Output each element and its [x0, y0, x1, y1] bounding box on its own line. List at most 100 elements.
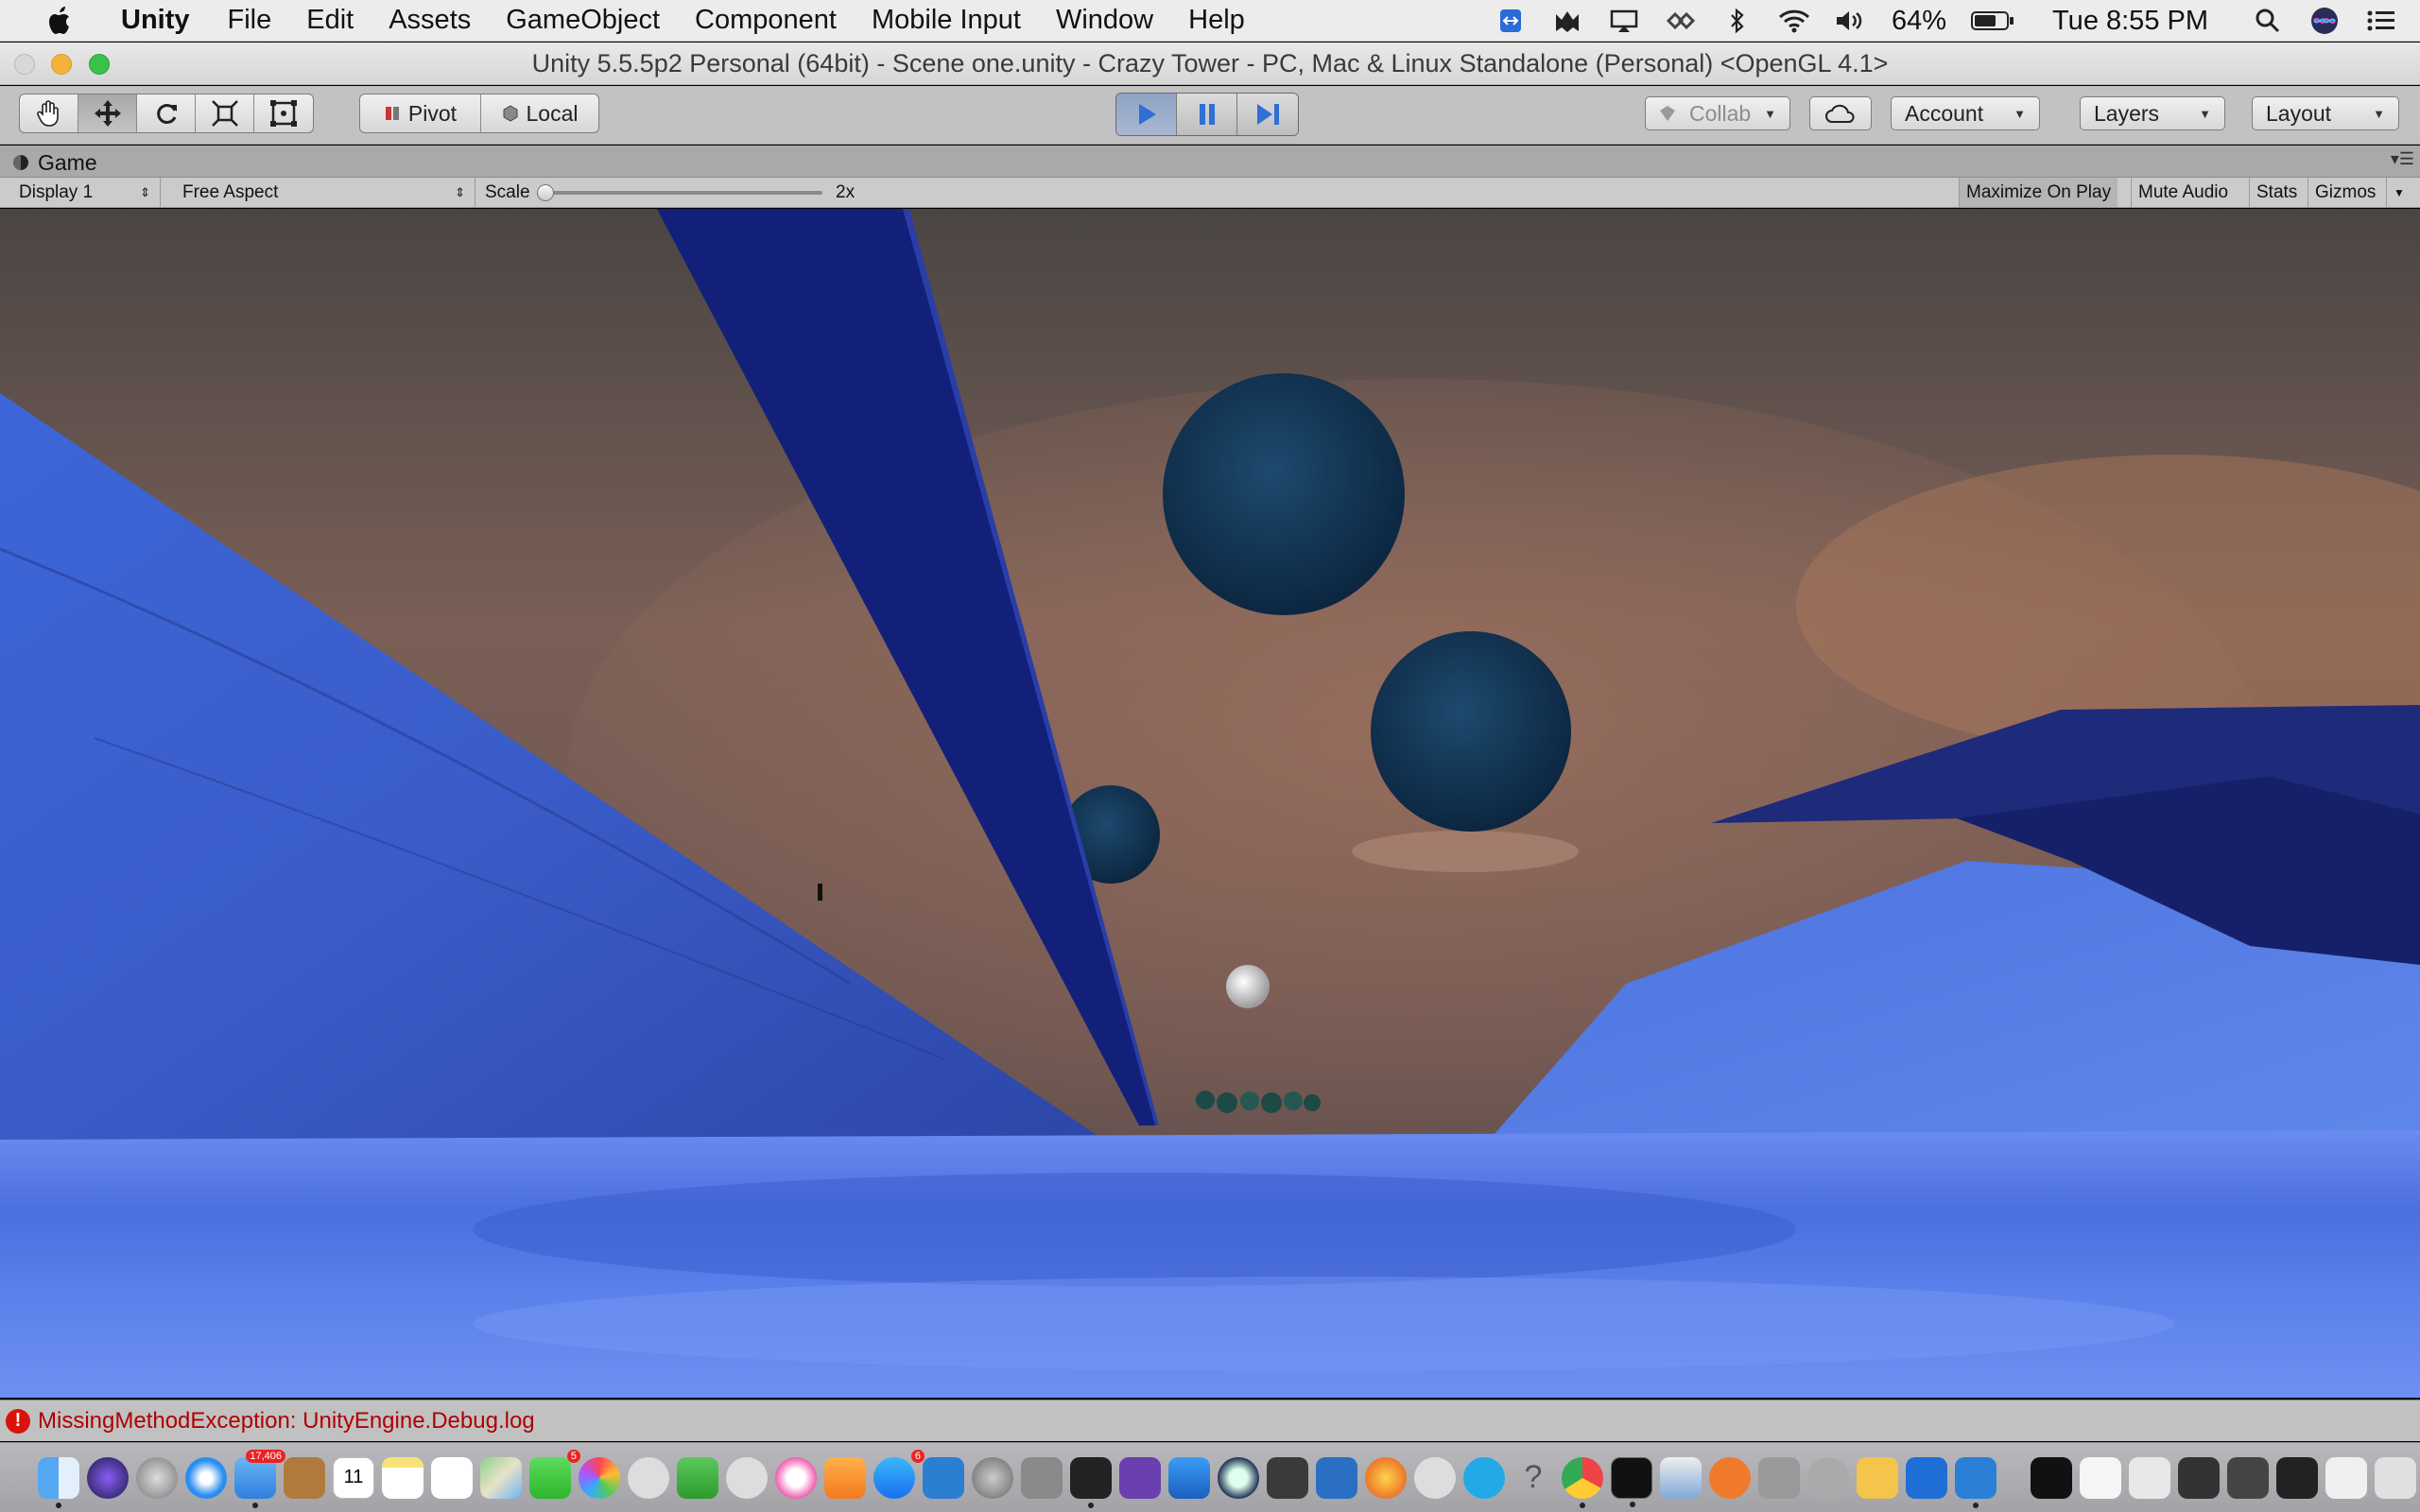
game-viewport[interactable] [0, 209, 2420, 1398]
close-window-button[interactable] [14, 54, 35, 75]
menu-edit[interactable]: Edit [306, 5, 354, 36]
menu-gameobject[interactable]: GameObject [506, 5, 660, 36]
preview-icon[interactable] [1660, 1456, 1702, 1499]
maps-icon[interactable] [480, 1456, 522, 1499]
minimized-window-thumbnail[interactable] [2375, 1456, 2416, 1499]
safari-icon[interactable] [185, 1456, 227, 1499]
menu-window[interactable]: Window [1056, 5, 1153, 36]
collab-dropdown[interactable]: Collab ▼ [1645, 96, 1790, 130]
scale-tool-button[interactable] [196, 94, 254, 132]
menu-file[interactable]: File [228, 5, 272, 36]
rotate-tool-button[interactable] [137, 94, 196, 132]
minimized-window-thumbnail[interactable] [2325, 1456, 2367, 1499]
apple-menu-icon[interactable] [38, 6, 83, 36]
account-dropdown[interactable]: Account ▼ [1891, 96, 2040, 130]
teamviewer-menu-icon[interactable] [1495, 5, 1527, 37]
screenshot-icon[interactable] [1807, 1456, 1849, 1499]
app-store-icon[interactable]: 6 [873, 1449, 925, 1499]
minimized-window-thumbnail[interactable] [2227, 1456, 2269, 1499]
keychain-icon[interactable] [1758, 1456, 1800, 1499]
gizmos-dropdown-arrow[interactable]: ▼ [2386, 178, 2407, 207]
mail-icon[interactable]: 17,406 [234, 1449, 285, 1508]
skype-icon[interactable] [1463, 1456, 1505, 1499]
collab-sync-icon[interactable] [1665, 5, 1697, 37]
unity-icon[interactable] [1070, 1456, 1112, 1508]
play-button[interactable] [1116, 94, 1177, 135]
sublime-icon[interactable] [1267, 1456, 1308, 1499]
maximize-on-play-toggle[interactable]: Maximize On Play [1959, 178, 2118, 207]
aspect-dropdown[interactable]: Free Aspect ⇕ [173, 178, 475, 207]
itunes-icon[interactable] [775, 1456, 817, 1499]
local-button[interactable]: Local [481, 94, 598, 132]
menu-help[interactable]: Help [1188, 5, 1245, 36]
minimize-window-button[interactable] [51, 54, 72, 75]
siri-menu-icon[interactable] [2308, 5, 2341, 37]
pivot-button[interactable]: Pivot [360, 94, 481, 132]
wing-app-icon[interactable] [923, 1456, 964, 1499]
messages-icon[interactable]: 5 [529, 1449, 580, 1499]
spotlight-search-icon[interactable] [2252, 5, 2284, 37]
battery-icon[interactable] [1971, 5, 2014, 37]
minimized-window-thumbnail[interactable] [2276, 1456, 2318, 1499]
xcode-icon[interactable] [1168, 1456, 1210, 1499]
gizmos-toggle[interactable]: Gizmos [2308, 178, 2382, 207]
reminders-icon[interactable] [431, 1456, 473, 1499]
teamviewer-icon[interactable] [1906, 1456, 1947, 1499]
tab-context-menu-icon[interactable]: ▾☰ [2391, 149, 2414, 169]
launchpad-icon[interactable] [136, 1456, 178, 1499]
ibooks-icon[interactable] [824, 1456, 866, 1499]
zoom-window-button[interactable] [89, 54, 110, 75]
scale-slider-track[interactable] [544, 191, 822, 195]
volume-icon[interactable] [1835, 5, 1867, 37]
notes-icon[interactable] [382, 1456, 424, 1499]
visual-studio-icon[interactable] [1119, 1456, 1161, 1499]
layout-dropdown[interactable]: Layout ▼ [2252, 96, 2399, 130]
airplay-display-icon[interactable] [1608, 5, 1640, 37]
minimized-window-thumbnail[interactable] [2031, 1456, 2072, 1499]
menu-assets[interactable]: Assets [389, 5, 471, 36]
mute-audio-toggle[interactable]: Mute Audio [2131, 178, 2235, 207]
blocked-app-icon[interactable] [628, 1456, 669, 1499]
minimized-window-thumbnail[interactable] [2080, 1456, 2121, 1499]
menu-mobile-input[interactable]: Mobile Input [872, 5, 1021, 36]
bluetooth-icon[interactable] [1721, 5, 1754, 37]
menu-component[interactable]: Component [695, 5, 837, 36]
calendar-icon[interactable]: 11 [333, 1456, 374, 1499]
instruments-icon[interactable] [1709, 1456, 1751, 1499]
wifi-icon[interactable] [1778, 5, 1810, 37]
quicktime-icon[interactable] [1218, 1456, 1259, 1499]
step-button[interactable] [1237, 94, 1298, 135]
move-tool-button[interactable] [78, 94, 137, 132]
blocked-app-icon[interactable] [1414, 1456, 1456, 1499]
layers-dropdown[interactable]: Layers ▼ [2080, 96, 2225, 130]
notification-center-icon[interactable] [2365, 5, 2397, 37]
cloud-services-button[interactable] [1809, 96, 1872, 130]
vscode-icon[interactable] [1955, 1456, 1996, 1508]
html5-icon[interactable] [1316, 1456, 1357, 1499]
terminal-icon[interactable] [1611, 1456, 1652, 1507]
help-icon[interactable]: ? [1512, 1457, 1554, 1499]
hand-tool-button[interactable] [20, 94, 78, 132]
scale-slider-handle[interactable] [537, 184, 554, 201]
minimized-window-thumbnail[interactable] [2178, 1456, 2220, 1499]
display-dropdown[interactable]: Display 1 ⇕ [9, 178, 161, 207]
photos-icon[interactable] [579, 1456, 620, 1499]
chrome-icon[interactable] [1562, 1456, 1603, 1508]
menubar-clock[interactable]: Tue 8:55 PM [2052, 6, 2208, 37]
minimized-window-thumbnail[interactable] [2129, 1456, 2170, 1499]
finder-icon[interactable] [38, 1456, 79, 1508]
numbers-icon[interactable] [677, 1456, 718, 1499]
archive-utility-icon[interactable] [1021, 1456, 1063, 1499]
pause-button[interactable] [1177, 94, 1237, 135]
tab-game[interactable]: Game [11, 147, 97, 178]
siri-icon[interactable] [87, 1456, 129, 1499]
firefox-icon[interactable] [1365, 1456, 1407, 1499]
folder-app-icon[interactable] [1857, 1456, 1898, 1499]
system-preferences-icon[interactable] [972, 1456, 1013, 1499]
malwarebytes-menu-icon[interactable] [1551, 5, 1583, 37]
notes-book-icon[interactable] [284, 1456, 325, 1499]
menu-app-unity[interactable]: Unity [121, 5, 190, 36]
rect-tool-button[interactable] [254, 94, 313, 132]
stats-toggle[interactable]: Stats [2249, 178, 2304, 207]
console-status-bar[interactable]: ! MissingMethodException: UnityEngine.De… [0, 1400, 2420, 1441]
